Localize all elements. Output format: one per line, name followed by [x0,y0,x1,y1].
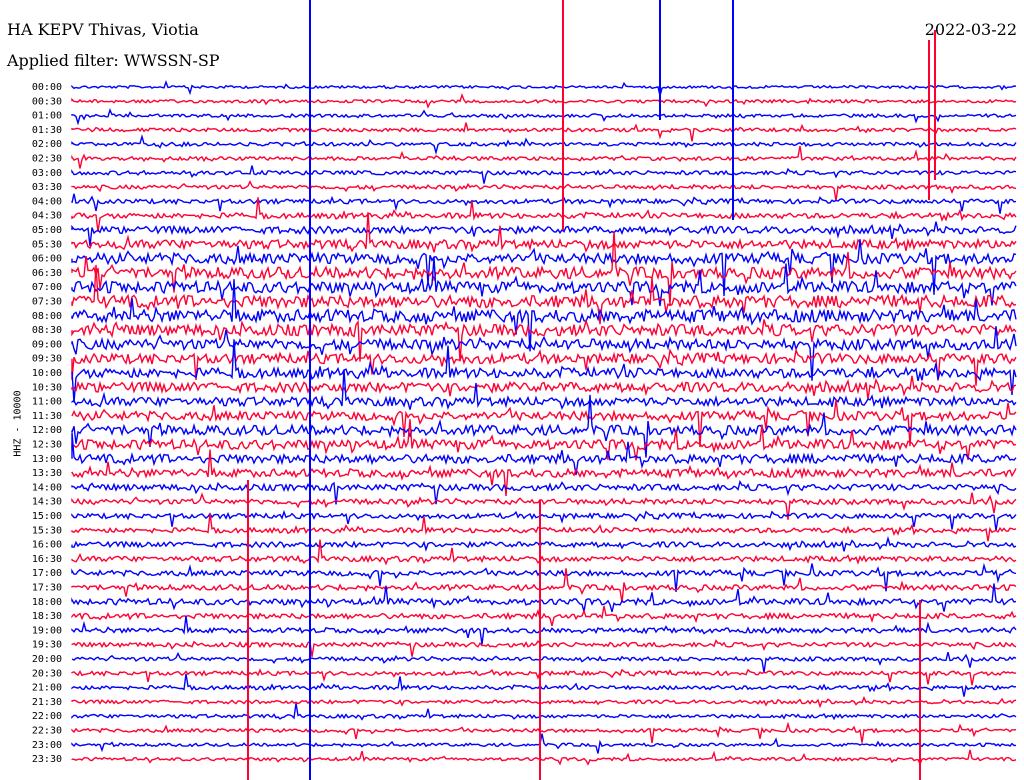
time-tick-label: 14:00 [32,482,62,493]
trace-row [71,165,1017,184]
time-tick-label: 08:30 [32,325,62,336]
trace-row [71,107,1017,126]
time-tick-label: 09:00 [32,339,62,350]
trace-row [71,264,1017,325]
trace-row [71,193,1017,214]
time-tick-label: 01:30 [32,125,62,136]
trace-row [71,668,1016,686]
trace-row [71,703,1017,721]
time-tick-label: 16:30 [32,554,62,565]
time-tick-label: 16:00 [32,540,62,551]
time-tick-label: 02:30 [32,154,62,165]
trace-row [71,145,1017,169]
time-tick-label: 04:00 [32,196,62,207]
trace-row [71,733,1016,754]
trace-row [71,179,1017,201]
time-tick-label: 14:30 [32,497,62,508]
time-tick-label: 07:00 [32,282,62,293]
time-tick-label: 23:30 [32,754,62,765]
trace-row [71,80,1017,96]
time-tick-label: 01:00 [32,111,62,122]
trace-row [71,535,1017,552]
time-tick-label: 04:30 [32,211,62,222]
time-tick-label: 10:00 [32,368,62,379]
trace-row [71,615,1017,645]
time-tick-label: 07:30 [32,297,62,308]
trace-row [71,749,1017,766]
time-tick-label: 00:30 [32,96,62,107]
trace-row [71,375,1017,400]
trace-row [71,122,1017,142]
time-tick-label: 22:30 [32,726,62,737]
trace-row [71,197,1017,232]
time-tick-label: 00:00 [32,82,62,93]
seismogram-plot: 00:00 00:30 01:00 01:30 02:00 02:30 03:00 03:30… [32,0,1017,780]
time-tick-label: 22:00 [32,711,62,722]
trace-row [71,419,1017,461]
time-tick-label: 12:00 [32,425,62,436]
trace-row [71,339,1017,403]
trace-row [71,651,1017,673]
time-tick-label: 18:30 [32,611,62,622]
time-tick-label: 02:00 [32,139,62,150]
time-tick-label: 17:00 [32,568,62,579]
time-tick-label: 15:30 [32,525,62,536]
trace-row [71,639,1017,657]
time-tick-label: 18:00 [32,597,62,608]
trace-row [71,347,1017,386]
trace-row [71,133,1017,156]
time-tick-label: 21:00 [32,683,62,694]
time-tick-label: 19:00 [32,625,62,636]
time-tick-label: 23:00 [32,740,62,751]
time-tick-label: 05:30 [32,239,62,250]
trace-row [71,605,1017,626]
trace-row [71,513,1017,542]
time-tick-label: 03:30 [32,182,62,193]
time-tick-label: 10:30 [32,382,62,393]
trace-row [71,673,1017,697]
time-tick-label: 20:00 [32,654,62,665]
time-tick-label: 11:00 [32,397,62,408]
time-tick-label: 13:30 [32,468,62,479]
trace-row [71,399,1017,448]
trace-row [71,695,1017,709]
trace-row [71,279,1017,352]
time-tick-label: 15:00 [32,511,62,522]
trace-row [71,92,1017,109]
time-tick-label: 05:00 [32,225,62,236]
time-tick-label: 11:30 [32,411,62,422]
time-tick-label: 06:30 [32,268,62,279]
time-tick-label: 03:00 [32,168,62,179]
time-tick-label: 20:30 [32,668,62,679]
time-tick-label: 12:30 [32,440,62,451]
time-tick-label: 13:00 [32,454,62,465]
time-tick-label: 08:00 [32,311,62,322]
time-tick-label: 06:00 [32,254,62,265]
time-tick-label: 17:30 [32,583,62,594]
time-tick-label: 19:30 [32,640,62,651]
time-tick-label: 21:30 [32,697,62,708]
time-tick-label: 09:30 [32,354,62,365]
